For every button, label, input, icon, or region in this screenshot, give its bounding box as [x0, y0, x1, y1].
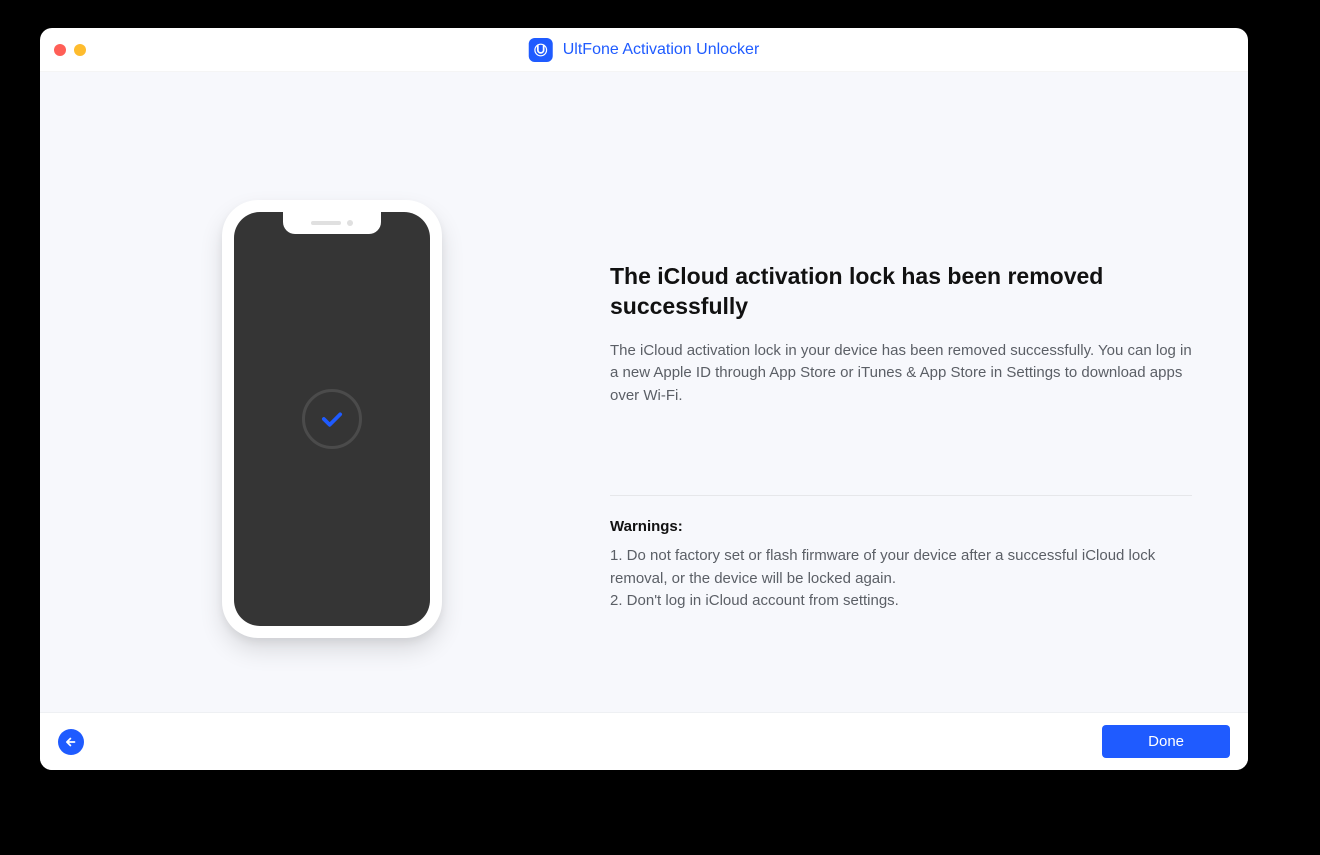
result-description: The iCloud activation lock in your devic… — [610, 340, 1192, 408]
result-heading: The iCloud activation lock has been remo… — [610, 262, 1192, 322]
success-check-icon — [302, 389, 362, 449]
title-center: UltFone Activation Unlocker — [529, 38, 760, 62]
warnings-body: 1. Do not factory set or flash firmware … — [610, 545, 1192, 613]
device-illustration — [222, 200, 442, 638]
window-controls — [54, 44, 86, 56]
app-logo-icon — [529, 38, 553, 62]
section-divider — [610, 495, 1192, 496]
title-bar: UltFone Activation Unlocker — [40, 28, 1248, 72]
minimize-window-button[interactable] — [74, 44, 86, 56]
warning-line-2: 2. Don't log in iCloud account from sett… — [610, 590, 1192, 613]
arrow-left-icon — [64, 735, 78, 749]
close-window-button[interactable] — [54, 44, 66, 56]
warnings-title: Warnings: — [610, 518, 1192, 535]
result-panel: The iCloud activation lock has been remo… — [610, 262, 1192, 613]
device-screen — [234, 212, 430, 626]
app-title: UltFone Activation Unlocker — [563, 41, 760, 59]
footer-bar: Done — [40, 712, 1248, 770]
app-window: UltFone Activation Unlocker The iCloud a… — [40, 28, 1248, 770]
device-notch — [283, 212, 381, 234]
done-button[interactable]: Done — [1102, 725, 1230, 758]
warning-line-1: 1. Do not factory set or flash firmware … — [610, 545, 1192, 590]
content-area: The iCloud activation lock has been remo… — [40, 72, 1248, 712]
back-button[interactable] — [58, 729, 84, 755]
